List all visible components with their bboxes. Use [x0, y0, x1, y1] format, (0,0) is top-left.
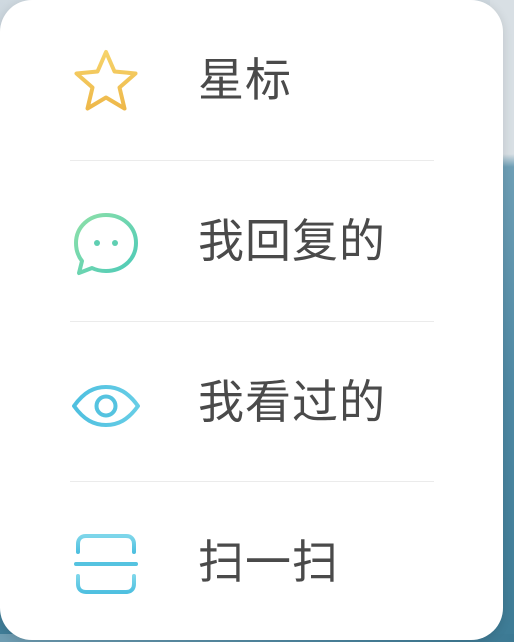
menu-item-label: 扫一扫: [198, 535, 339, 589]
chat-bubble-icon: [70, 207, 142, 279]
popup-menu: 星标 我回复的 我看过的 扫一扫: [0, 0, 503, 640]
menu-item-starred[interactable]: 星标: [0, 0, 503, 160]
eye-icon: [70, 368, 142, 440]
menu-item-label: 我看过的: [198, 375, 386, 429]
menu-item-label: 我回复的: [198, 214, 386, 268]
menu-item-my-replies[interactable]: 我回复的: [0, 161, 503, 321]
menu-item-label: 星标: [198, 53, 292, 107]
menu-item-scan[interactable]: 扫一扫: [0, 482, 503, 642]
star-icon: [70, 46, 142, 118]
menu-item-viewed[interactable]: 我看过的: [0, 322, 503, 482]
scan-icon: [70, 528, 142, 600]
